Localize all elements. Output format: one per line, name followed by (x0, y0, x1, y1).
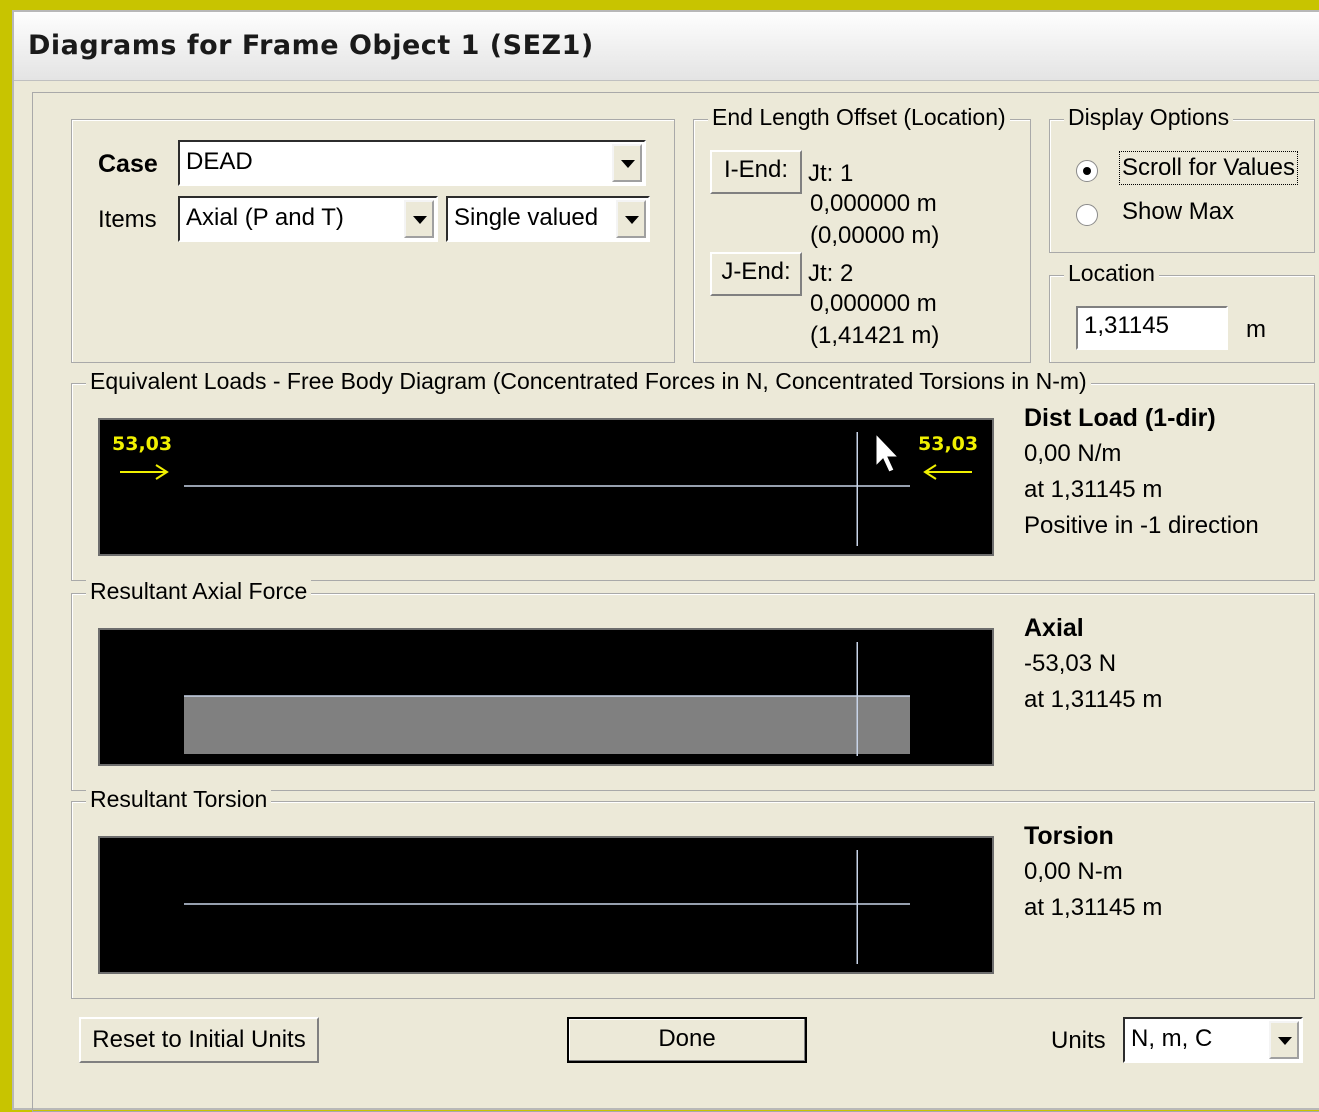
axial-info-title: Axial (1024, 614, 1084, 642)
i-offset: 0,000000 m (810, 190, 937, 217)
axial-info-value: -53,03 N (1024, 650, 1117, 677)
location-value: 1,31145 (1084, 312, 1169, 339)
case-group: Case DEAD Items Axial (P and T) Single v… (71, 119, 675, 363)
show-max-label[interactable]: Show Max (1122, 198, 1234, 226)
j-end-button[interactable]: J-End: (710, 252, 802, 296)
i-location: (0,00000 m) (810, 222, 940, 249)
torsion-info-at: at 1,31145 m (1024, 894, 1163, 921)
torsion-info: Torsion 0,00 N-m at 1,31145 m (1024, 818, 1162, 926)
units-select[interactable]: N, m, C (1123, 1017, 1303, 1063)
axial-force-diagram[interactable] (98, 628, 994, 766)
j-jt: Jt: 2 (808, 260, 854, 287)
end-offset-group: End Length Offset (Location) I-End: Jt: … (693, 104, 1031, 363)
torsion-diagram[interactable] (98, 836, 994, 974)
end-offset-title: End Length Offset (Location) (708, 104, 1010, 131)
scroll-radio[interactable] (1076, 160, 1098, 182)
units-label: Units (1051, 1027, 1106, 1054)
right-force-arrow-icon (923, 464, 972, 480)
j-offset: 0,000000 m (810, 290, 937, 317)
i-end-button[interactable]: I-End: (710, 150, 802, 194)
dist-load-note: Positive in -1 direction (1024, 512, 1259, 539)
dist-load-value: 0,00 N/m (1024, 440, 1122, 467)
valued-value: Single valued (454, 204, 599, 231)
dist-load-title: Dist Load (1-dir) (1024, 404, 1216, 432)
title-bar[interactable]: Diagrams for Frame Object 1 (SEZ1) (14, 12, 1319, 81)
window-title: Diagrams for Frame Object 1 (SEZ1) (28, 30, 594, 61)
torsion-info-title: Torsion (1024, 822, 1114, 850)
free-body-diagram[interactable]: 53,03 53,03 (98, 418, 994, 556)
dist-load-info: Dist Load (1-dir) 0,00 N/m at 1,31145 m … (1024, 400, 1259, 544)
axial-info-at: at 1,31145 m (1024, 686, 1163, 713)
location-title: Location (1064, 260, 1159, 287)
chevron-down-icon[interactable] (612, 144, 642, 182)
torsion-svg (184, 850, 910, 964)
left-force-label: 53,03 (112, 433, 172, 455)
diagrams-window: Diagrams for Frame Object 1 (SEZ1) Case … (12, 10, 1319, 1112)
torsion-group: Resultant Torsion Torsion 0,00 N-m at 1,… (71, 786, 1315, 999)
case-value: DEAD (186, 148, 253, 175)
right-force-label: 53,03 (918, 433, 978, 455)
done-button[interactable]: Done (567, 1017, 807, 1063)
reset-units-button[interactable]: Reset to Initial Units (79, 1017, 319, 1063)
left-force-arrow-icon (120, 464, 169, 480)
items-select[interactable]: Axial (P and T) (178, 196, 438, 242)
equivalent-loads-title: Equivalent Loads - Free Body Diagram (Co… (86, 368, 1091, 395)
valued-select[interactable]: Single valued (446, 196, 650, 242)
j-location: (1,41421 m) (810, 322, 940, 349)
free-body-diagram-svg: 53,03 53,03 (112, 432, 978, 546)
axial-force-svg (184, 642, 910, 756)
location-group: Location 1,31145 m (1049, 260, 1315, 363)
axial-force-title: Resultant Axial Force (86, 578, 312, 605)
display-options-title: Display Options (1064, 104, 1234, 131)
chevron-down-icon[interactable] (1269, 1021, 1299, 1059)
equivalent-loads-group: Equivalent Loads - Free Body Diagram (Co… (71, 368, 1315, 581)
torsion-title: Resultant Torsion (86, 786, 272, 813)
chevron-down-icon[interactable] (404, 200, 434, 238)
axial-force-fill (184, 696, 910, 754)
axial-force-group: Resultant Axial Force Axial -53,03 N at … (71, 578, 1315, 791)
scroll-label[interactable]: Scroll for Values (1119, 151, 1298, 185)
mouse-cursor-icon (875, 432, 900, 473)
chevron-down-icon[interactable] (616, 200, 646, 238)
torsion-info-value: 0,00 N-m (1024, 858, 1123, 885)
location-input[interactable]: 1,31145 (1076, 306, 1228, 350)
items-label: Items (98, 206, 157, 233)
i-jt: Jt: 1 (808, 160, 854, 187)
dist-load-at: at 1,31145 m (1024, 476, 1163, 503)
show-max-radio[interactable] (1076, 204, 1098, 226)
display-options-group: Display Options Scroll for Values Show M… (1049, 104, 1315, 253)
case-label: Case (98, 150, 158, 178)
location-unit: m (1246, 316, 1266, 343)
case-select[interactable]: DEAD (178, 140, 646, 186)
dialog-panel: Case DEAD Items Axial (P and T) Single v… (32, 92, 1319, 1112)
items-value: Axial (P and T) (186, 204, 344, 231)
axial-info: Axial -53,03 N at 1,31145 m (1024, 610, 1162, 718)
units-value: N, m, C (1131, 1025, 1213, 1052)
